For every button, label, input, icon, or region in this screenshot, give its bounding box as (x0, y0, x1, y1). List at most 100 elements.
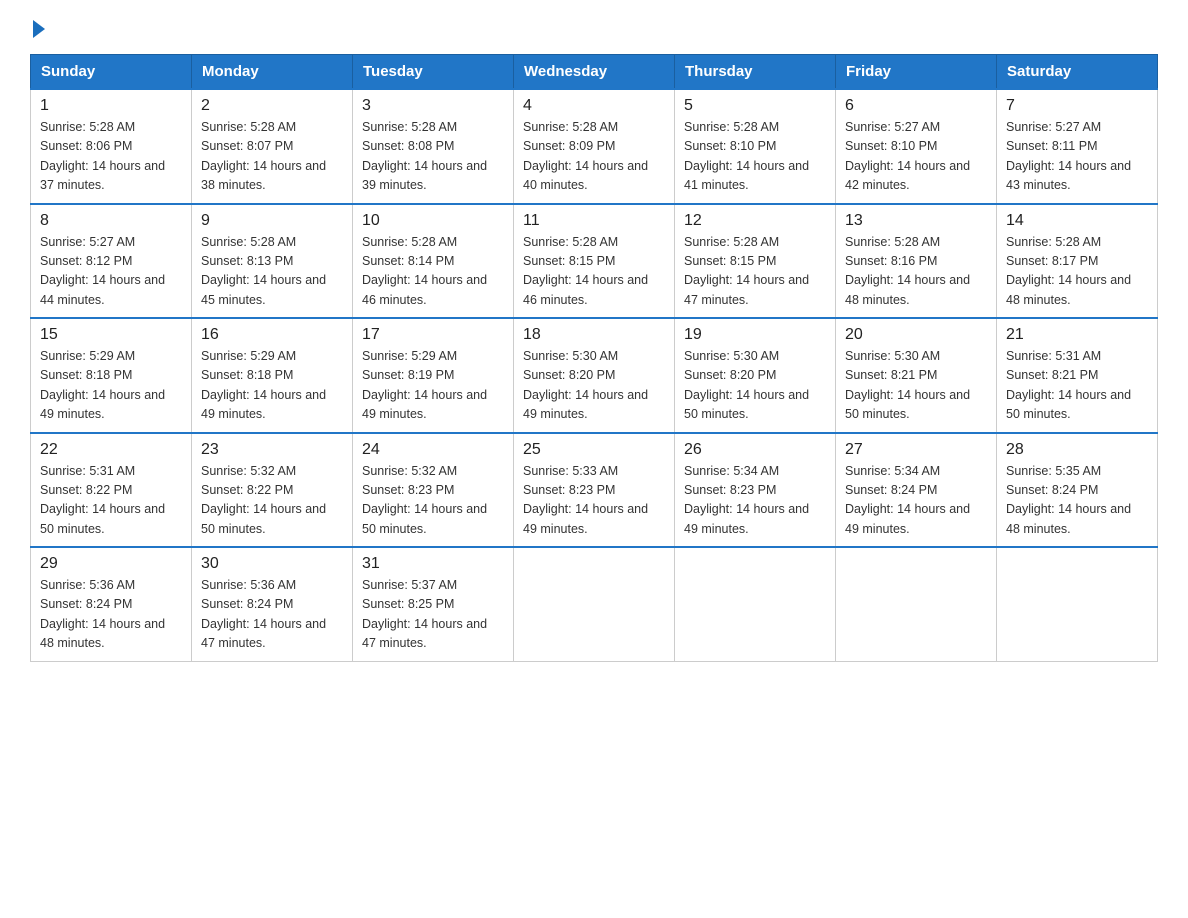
day-number: 17 (362, 326, 504, 344)
calendar-day-cell: 11 Sunrise: 5:28 AMSunset: 8:15 PMDaylig… (514, 204, 675, 319)
calendar-day-cell: 29 Sunrise: 5:36 AMSunset: 8:24 PMDaylig… (31, 547, 192, 661)
day-number: 14 (1006, 212, 1148, 230)
calendar-week-row: 8 Sunrise: 5:27 AMSunset: 8:12 PMDayligh… (31, 204, 1158, 319)
calendar-day-cell: 30 Sunrise: 5:36 AMSunset: 8:24 PMDaylig… (192, 547, 353, 661)
day-number: 19 (684, 326, 826, 344)
day-number: 18 (523, 326, 665, 344)
day-number: 21 (1006, 326, 1148, 344)
day-number: 13 (845, 212, 987, 230)
calendar-day-cell: 2 Sunrise: 5:28 AMSunset: 8:07 PMDayligh… (192, 89, 353, 204)
day-info: Sunrise: 5:34 AMSunset: 8:24 PMDaylight:… (845, 462, 987, 540)
day-info: Sunrise: 5:29 AMSunset: 8:18 PMDaylight:… (40, 347, 182, 425)
day-number: 24 (362, 441, 504, 459)
calendar-day-cell: 5 Sunrise: 5:28 AMSunset: 8:10 PMDayligh… (675, 89, 836, 204)
day-number: 5 (684, 97, 826, 115)
day-info: Sunrise: 5:28 AMSunset: 8:10 PMDaylight:… (684, 118, 826, 196)
day-info: Sunrise: 5:28 AMSunset: 8:08 PMDaylight:… (362, 118, 504, 196)
day-info: Sunrise: 5:28 AMSunset: 8:17 PMDaylight:… (1006, 233, 1148, 311)
day-number: 29 (40, 555, 182, 573)
calendar-day-cell: 1 Sunrise: 5:28 AMSunset: 8:06 PMDayligh… (31, 89, 192, 204)
calendar-day-cell: 25 Sunrise: 5:33 AMSunset: 8:23 PMDaylig… (514, 433, 675, 548)
weekday-header: Friday (836, 55, 997, 90)
logo-arrow-icon (33, 20, 45, 38)
day-number: 30 (201, 555, 343, 573)
day-number: 2 (201, 97, 343, 115)
day-info: Sunrise: 5:30 AMSunset: 8:21 PMDaylight:… (845, 347, 987, 425)
calendar-day-cell: 10 Sunrise: 5:28 AMSunset: 8:14 PMDaylig… (353, 204, 514, 319)
day-info: Sunrise: 5:32 AMSunset: 8:22 PMDaylight:… (201, 462, 343, 540)
day-info: Sunrise: 5:28 AMSunset: 8:06 PMDaylight:… (40, 118, 182, 196)
day-info: Sunrise: 5:37 AMSunset: 8:25 PMDaylight:… (362, 576, 504, 654)
day-number: 27 (845, 441, 987, 459)
calendar-header: SundayMondayTuesdayWednesdayThursdayFrid… (31, 55, 1158, 90)
day-number: 31 (362, 555, 504, 573)
day-number: 16 (201, 326, 343, 344)
calendar-day-cell: 26 Sunrise: 5:34 AMSunset: 8:23 PMDaylig… (675, 433, 836, 548)
day-number: 20 (845, 326, 987, 344)
calendar-day-cell: 20 Sunrise: 5:30 AMSunset: 8:21 PMDaylig… (836, 318, 997, 433)
calendar-body: 1 Sunrise: 5:28 AMSunset: 8:06 PMDayligh… (31, 89, 1158, 661)
day-info: Sunrise: 5:28 AMSunset: 8:14 PMDaylight:… (362, 233, 504, 311)
calendar-day-cell: 24 Sunrise: 5:32 AMSunset: 8:23 PMDaylig… (353, 433, 514, 548)
calendar-day-cell: 3 Sunrise: 5:28 AMSunset: 8:08 PMDayligh… (353, 89, 514, 204)
calendar-day-cell: 13 Sunrise: 5:28 AMSunset: 8:16 PMDaylig… (836, 204, 997, 319)
day-info: Sunrise: 5:27 AMSunset: 8:11 PMDaylight:… (1006, 118, 1148, 196)
calendar-day-cell: 22 Sunrise: 5:31 AMSunset: 8:22 PMDaylig… (31, 433, 192, 548)
day-info: Sunrise: 5:36 AMSunset: 8:24 PMDaylight:… (201, 576, 343, 654)
calendar-day-cell: 8 Sunrise: 5:27 AMSunset: 8:12 PMDayligh… (31, 204, 192, 319)
weekday-header: Monday (192, 55, 353, 90)
day-number: 11 (523, 212, 665, 230)
day-number: 3 (362, 97, 504, 115)
day-info: Sunrise: 5:27 AMSunset: 8:12 PMDaylight:… (40, 233, 182, 311)
calendar-day-cell: 6 Sunrise: 5:27 AMSunset: 8:10 PMDayligh… (836, 89, 997, 204)
logo-blue-text (30, 20, 45, 36)
calendar-day-cell: 19 Sunrise: 5:30 AMSunset: 8:20 PMDaylig… (675, 318, 836, 433)
header-row: SundayMondayTuesdayWednesdayThursdayFrid… (31, 55, 1158, 90)
day-info: Sunrise: 5:29 AMSunset: 8:19 PMDaylight:… (362, 347, 504, 425)
calendar-day-cell (675, 547, 836, 661)
day-number: 9 (201, 212, 343, 230)
day-info: Sunrise: 5:36 AMSunset: 8:24 PMDaylight:… (40, 576, 182, 654)
day-info: Sunrise: 5:28 AMSunset: 8:13 PMDaylight:… (201, 233, 343, 311)
day-number: 15 (40, 326, 182, 344)
calendar-day-cell: 31 Sunrise: 5:37 AMSunset: 8:25 PMDaylig… (353, 547, 514, 661)
calendar-day-cell: 21 Sunrise: 5:31 AMSunset: 8:21 PMDaylig… (997, 318, 1158, 433)
calendar-day-cell: 18 Sunrise: 5:30 AMSunset: 8:20 PMDaylig… (514, 318, 675, 433)
weekday-header: Wednesday (514, 55, 675, 90)
calendar-day-cell: 17 Sunrise: 5:29 AMSunset: 8:19 PMDaylig… (353, 318, 514, 433)
day-number: 25 (523, 441, 665, 459)
day-info: Sunrise: 5:28 AMSunset: 8:15 PMDaylight:… (684, 233, 826, 311)
calendar-day-cell (514, 547, 675, 661)
day-info: Sunrise: 5:32 AMSunset: 8:23 PMDaylight:… (362, 462, 504, 540)
day-info: Sunrise: 5:34 AMSunset: 8:23 PMDaylight:… (684, 462, 826, 540)
calendar-day-cell (836, 547, 997, 661)
day-info: Sunrise: 5:31 AMSunset: 8:22 PMDaylight:… (40, 462, 182, 540)
day-info: Sunrise: 5:31 AMSunset: 8:21 PMDaylight:… (1006, 347, 1148, 425)
day-number: 12 (684, 212, 826, 230)
calendar-week-row: 22 Sunrise: 5:31 AMSunset: 8:22 PMDaylig… (31, 433, 1158, 548)
day-info: Sunrise: 5:33 AMSunset: 8:23 PMDaylight:… (523, 462, 665, 540)
day-info: Sunrise: 5:30 AMSunset: 8:20 PMDaylight:… (684, 347, 826, 425)
day-info: Sunrise: 5:28 AMSunset: 8:15 PMDaylight:… (523, 233, 665, 311)
calendar-day-cell (997, 547, 1158, 661)
day-number: 26 (684, 441, 826, 459)
weekday-header: Sunday (31, 55, 192, 90)
calendar-day-cell: 4 Sunrise: 5:28 AMSunset: 8:09 PMDayligh… (514, 89, 675, 204)
calendar-day-cell: 12 Sunrise: 5:28 AMSunset: 8:15 PMDaylig… (675, 204, 836, 319)
day-number: 23 (201, 441, 343, 459)
weekday-header: Thursday (675, 55, 836, 90)
day-number: 28 (1006, 441, 1148, 459)
day-number: 10 (362, 212, 504, 230)
day-number: 6 (845, 97, 987, 115)
weekday-header: Saturday (997, 55, 1158, 90)
day-number: 22 (40, 441, 182, 459)
day-info: Sunrise: 5:28 AMSunset: 8:16 PMDaylight:… (845, 233, 987, 311)
calendar-table: SundayMondayTuesdayWednesdayThursdayFrid… (30, 54, 1158, 662)
day-info: Sunrise: 5:29 AMSunset: 8:18 PMDaylight:… (201, 347, 343, 425)
weekday-header: Tuesday (353, 55, 514, 90)
calendar-day-cell: 27 Sunrise: 5:34 AMSunset: 8:24 PMDaylig… (836, 433, 997, 548)
logo (30, 20, 45, 36)
calendar-day-cell: 7 Sunrise: 5:27 AMSunset: 8:11 PMDayligh… (997, 89, 1158, 204)
calendar-week-row: 29 Sunrise: 5:36 AMSunset: 8:24 PMDaylig… (31, 547, 1158, 661)
calendar-day-cell: 23 Sunrise: 5:32 AMSunset: 8:22 PMDaylig… (192, 433, 353, 548)
